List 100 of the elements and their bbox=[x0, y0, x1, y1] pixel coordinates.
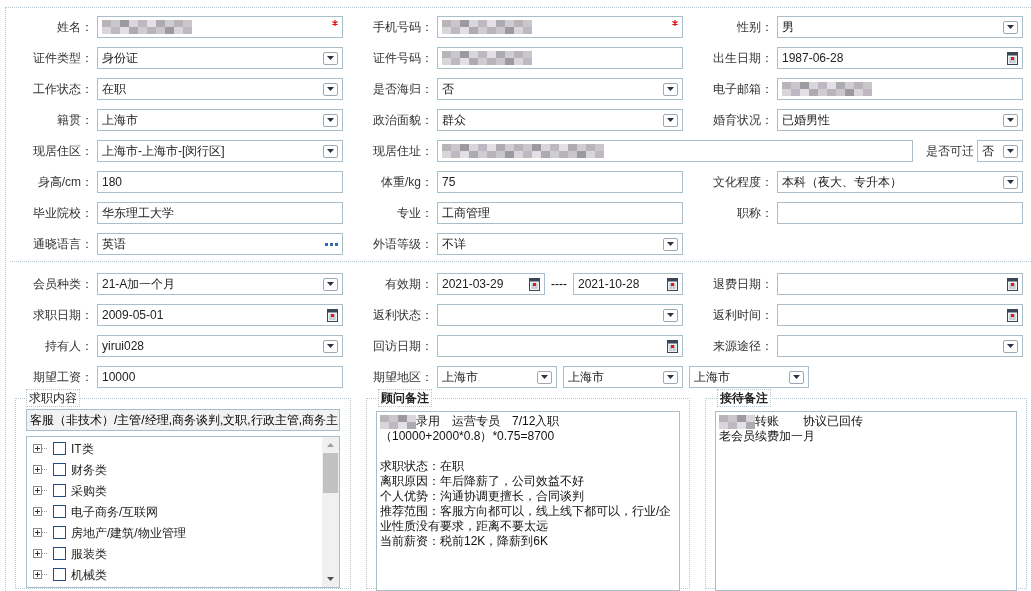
field-label: 求职日期： bbox=[32, 307, 93, 324]
note-line: 老会员续费加一月 bbox=[719, 429, 815, 444]
input-field[interactable]: 75 bbox=[437, 171, 683, 193]
notes-textarea[interactable]: 录用 运营专员 7/12入职 （10000+2000*0.8）*0.75=8700 求职状态：在职 离职原因：年后降薪了，公司效益不好 个人优势：沟通协调更擅长，合同谈判 推荐范围：客服方向都可以，线上线下都可以，行业/企业性质没有要求，距离不要太远 当前薪资：税前12K，降薪到6K bbox=[376, 411, 680, 591]
calendar-icon[interactable] bbox=[667, 277, 678, 291]
field-label: 是否可迁 bbox=[926, 143, 974, 160]
calendar-icon[interactable] bbox=[1007, 277, 1018, 291]
date-field[interactable]: 2009-05-01 bbox=[97, 304, 343, 326]
select-field[interactable]: 上海市-上海市-[闵行区] bbox=[97, 140, 343, 162]
tree-item[interactable]: 房地产/建筑/物业管理 bbox=[71, 523, 186, 542]
date-field[interactable]: 2021-03-29 bbox=[437, 273, 545, 295]
field-label: 返利状态： bbox=[372, 307, 433, 324]
expand-icon[interactable] bbox=[33, 570, 48, 579]
field-label: 期望地区： bbox=[372, 369, 433, 386]
input-field[interactable] bbox=[97, 16, 343, 38]
select-field[interactable]: 上海市 bbox=[437, 366, 557, 388]
select-field[interactable]: 已婚男性 bbox=[777, 109, 1023, 131]
input-field[interactable]: 10000 bbox=[97, 366, 343, 388]
input-field[interactable] bbox=[437, 16, 683, 38]
select-field[interactable]: yirui028 bbox=[97, 335, 343, 357]
tree-item[interactable]: 机械类 bbox=[71, 565, 107, 584]
select-field[interactable]: 在职 bbox=[97, 78, 343, 100]
checkbox[interactable] bbox=[53, 463, 66, 476]
summary-field[interactable]: 客服（非技术）/主管/经理,商务谈判,文职,行政主管,商务主 bbox=[26, 409, 340, 431]
field-label: 文化程度： bbox=[712, 174, 773, 191]
calendar-icon[interactable] bbox=[327, 308, 338, 322]
scrollbar-thumb[interactable] bbox=[323, 453, 338, 493]
input-field[interactable]: 工商管理 bbox=[437, 202, 683, 224]
notes-textarea[interactable]: 转账 协议已回传 老会员续费加一月 bbox=[715, 411, 1017, 591]
expand-icon[interactable] bbox=[33, 486, 48, 495]
checkbox[interactable] bbox=[53, 484, 66, 497]
field-label: 是否海归： bbox=[372, 81, 433, 98]
tree-item[interactable]: 财务类 bbox=[71, 460, 107, 479]
field-label: 现居住区： bbox=[32, 143, 93, 160]
section-title: 接待备注 bbox=[717, 389, 771, 407]
date-field[interactable] bbox=[777, 273, 1023, 295]
select-field[interactable]: 上海市 bbox=[97, 109, 343, 131]
field-label: 返利时间： bbox=[712, 307, 773, 324]
expand-icon[interactable] bbox=[33, 465, 48, 474]
field-label: 外语等级： bbox=[372, 236, 433, 253]
calendar-icon[interactable] bbox=[667, 339, 678, 353]
calendar-icon[interactable] bbox=[529, 277, 540, 291]
date-field[interactable] bbox=[437, 335, 683, 357]
more-icon[interactable] bbox=[325, 242, 338, 246]
scrollbar[interactable] bbox=[322, 437, 339, 587]
field-label: 来源途径： bbox=[712, 338, 773, 355]
checkbox[interactable] bbox=[53, 442, 66, 455]
checkbox[interactable] bbox=[53, 505, 66, 518]
select-field[interactable]: 上海市 bbox=[563, 366, 683, 388]
calendar-icon[interactable] bbox=[1007, 51, 1018, 65]
select-field[interactable] bbox=[777, 335, 1023, 357]
tree-item[interactable]: IT类 bbox=[71, 439, 94, 458]
note-line: 个人优势：沟通协调更擅长，合同谈判 bbox=[380, 489, 584, 504]
select-field[interactable]: 不详 bbox=[437, 233, 683, 255]
date-field[interactable]: 2021-10-28 bbox=[573, 273, 683, 295]
tree-item[interactable]: 服装类 bbox=[71, 544, 107, 563]
input-field[interactable] bbox=[437, 140, 913, 162]
select-field[interactable]: 本科（夜大、专升本） bbox=[777, 171, 1023, 193]
select-field[interactable]: 群众 bbox=[437, 109, 683, 131]
input-field[interactable]: 华东理工大学 bbox=[97, 202, 343, 224]
field-label: 职称： bbox=[736, 205, 773, 222]
checkbox[interactable] bbox=[53, 568, 66, 581]
tree-item[interactable]: 采购类 bbox=[71, 481, 107, 500]
date-field[interactable]: 1987-06-28 bbox=[777, 47, 1023, 69]
required-icon bbox=[332, 20, 338, 26]
expand-icon[interactable] bbox=[33, 507, 48, 516]
input-field[interactable]: 180 bbox=[97, 171, 343, 193]
field-label: 政治面貌： bbox=[372, 112, 433, 129]
field-label: 体重/kg： bbox=[380, 174, 433, 191]
field-label: 期望工资： bbox=[32, 369, 93, 386]
field-label: 出生日期： bbox=[712, 50, 773, 67]
field-label: 身高/cm： bbox=[36, 174, 93, 191]
input-field[interactable] bbox=[777, 78, 1023, 100]
section-title: 求职内容 bbox=[26, 389, 80, 407]
tree-item[interactable]: 电子商务/互联网 bbox=[71, 502, 159, 521]
input-field[interactable] bbox=[777, 202, 1023, 224]
checkbox[interactable] bbox=[53, 526, 66, 539]
note-line: 转账 协议已回传 bbox=[755, 414, 863, 429]
category-tree[interactable]: IT类 财务类 采购类 电子商务/互联网 房地产/建筑/物业管理 服装类 机械类 bbox=[26, 436, 340, 588]
field-label: 证件类型： bbox=[32, 50, 93, 67]
input-field[interactable] bbox=[437, 47, 683, 69]
select-field[interactable]: 21-A加一个月 bbox=[97, 273, 343, 295]
expand-icon[interactable] bbox=[33, 444, 48, 453]
required-icon bbox=[672, 20, 678, 26]
select-field[interactable]: 身份证 bbox=[97, 47, 343, 69]
expand-icon[interactable] bbox=[33, 528, 48, 537]
select-field[interactable]: 男 bbox=[777, 16, 1023, 38]
select-field[interactable] bbox=[437, 304, 683, 326]
select-field[interactable]: 否 bbox=[977, 140, 1023, 162]
date-field[interactable] bbox=[777, 304, 1023, 326]
expand-icon[interactable] bbox=[33, 549, 48, 558]
note-line: 当前薪资：税前12K，降薪到6K bbox=[380, 534, 549, 549]
select-field[interactable]: 否 bbox=[437, 78, 683, 100]
select-field[interactable]: 上海市 bbox=[689, 366, 809, 388]
field-label: 会员种类： bbox=[32, 276, 93, 293]
field-label: 姓名： bbox=[56, 19, 93, 36]
field-label: 证件号码： bbox=[372, 50, 433, 67]
picker-field[interactable]: 英语 bbox=[97, 233, 343, 255]
checkbox[interactable] bbox=[53, 547, 66, 560]
calendar-icon[interactable] bbox=[1007, 308, 1018, 322]
